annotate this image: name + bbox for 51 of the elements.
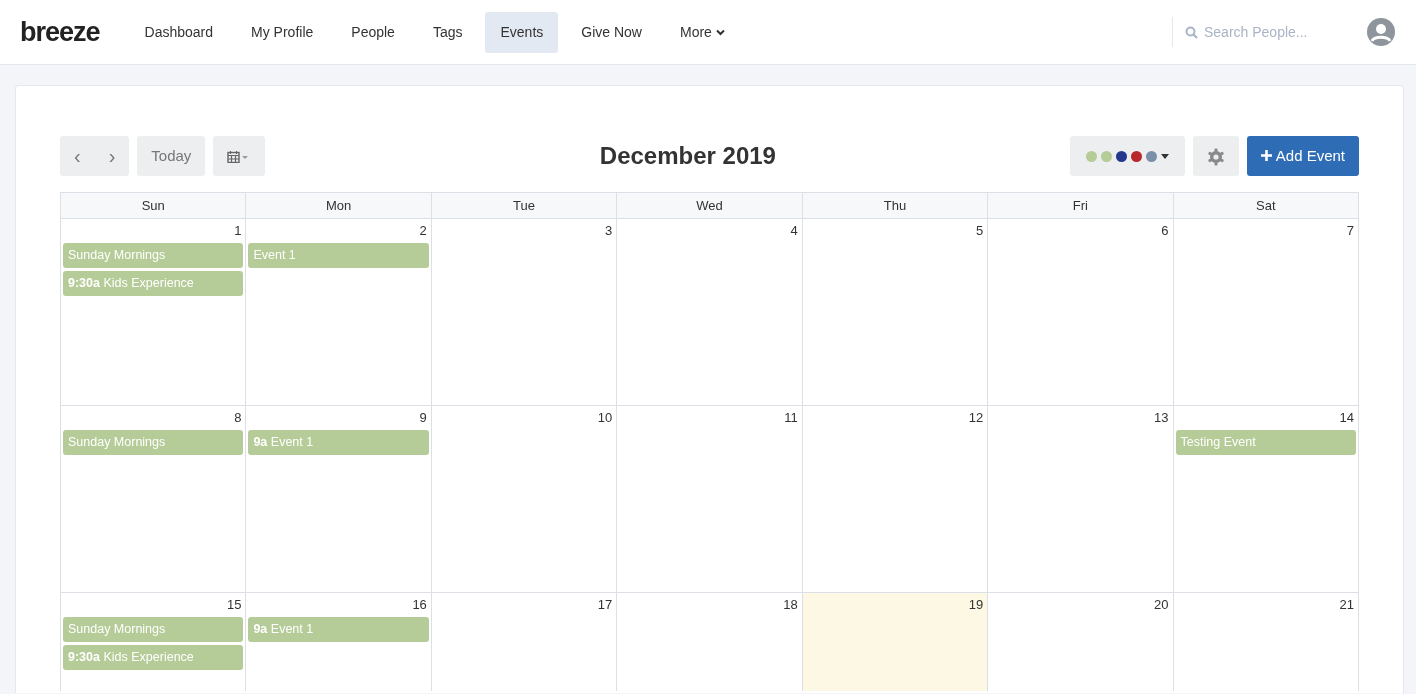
nav-tab[interactable]: Tags <box>417 11 478 53</box>
search-icon <box>1185 25 1198 39</box>
weekday-header: Thu <box>802 192 989 219</box>
gear-icon <box>1207 147 1226 166</box>
day-number[interactable]: 17 <box>433 595 615 617</box>
calendar-title: December 2019 <box>598 141 777 171</box>
plus-icon <box>1261 149 1273 161</box>
day-number[interactable]: 7 <box>1175 221 1356 243</box>
day-number[interactable]: 11 <box>619 408 800 430</box>
avatar-icon[interactable] <box>1366 17 1396 47</box>
nav-tab[interactable]: Events <box>485 11 559 53</box>
day-number[interactable]: 10 <box>433 408 615 430</box>
day-number[interactable]: 9 <box>248 408 429 430</box>
nav-tab[interactable]: My Profile <box>236 11 329 53</box>
day-number[interactable]: 5 <box>804 221 986 243</box>
nav-tab[interactable]: Dashboard <box>129 11 229 53</box>
day-number[interactable]: 20 <box>990 595 1171 617</box>
chevron-down-icon <box>715 29 725 37</box>
day-number[interactable]: 14 <box>1175 408 1356 430</box>
day-number[interactable]: 13 <box>990 408 1171 430</box>
day-number[interactable]: 8 <box>63 408 244 430</box>
caret-icon <box>1161 153 1170 159</box>
next-button[interactable]: › <box>94 136 130 176</box>
day-number[interactable]: 15 <box>63 595 244 617</box>
nav-tab[interactable]: More <box>664 11 740 53</box>
day-number[interactable]: 3 <box>433 221 615 243</box>
day-number[interactable]: 12 <box>804 408 986 430</box>
add-event-button[interactable]: Add Event <box>1247 136 1359 176</box>
calendar-filter-button[interactable] <box>1070 136 1186 176</box>
day-number[interactable]: 19 <box>804 595 986 617</box>
weekday-header: Sat <box>1173 192 1359 219</box>
brand-logo[interactable]: breeze <box>20 11 100 53</box>
day-number[interactable]: 2 <box>248 221 429 243</box>
previous-button[interactable]: ‹ <box>60 136 95 176</box>
search-field[interactable]: Search People... <box>1172 17 1342 47</box>
view-menu-button[interactable] <box>213 136 266 176</box>
nav-tab[interactable]: People <box>336 11 410 53</box>
day-number[interactable]: 6 <box>990 221 1171 243</box>
day-number[interactable]: 16 <box>248 595 429 617</box>
day-number[interactable]: 18 <box>619 595 800 617</box>
weekday-header: Wed <box>617 192 803 219</box>
weekday-header: Sun <box>61 192 247 219</box>
day-number[interactable]: 21 <box>1175 595 1356 617</box>
day-number[interactable]: 1 <box>63 221 244 243</box>
weekday-header: Tue <box>431 192 618 219</box>
settings-button[interactable] <box>1193 136 1240 176</box>
today-button[interactable]: Today <box>137 136 206 176</box>
day-number[interactable]: 4 <box>619 221 800 243</box>
weekday-header: Mon <box>246 192 432 219</box>
weekday-header: Fri <box>988 192 1174 219</box>
nav-tab[interactable]: Give Now <box>566 11 657 53</box>
